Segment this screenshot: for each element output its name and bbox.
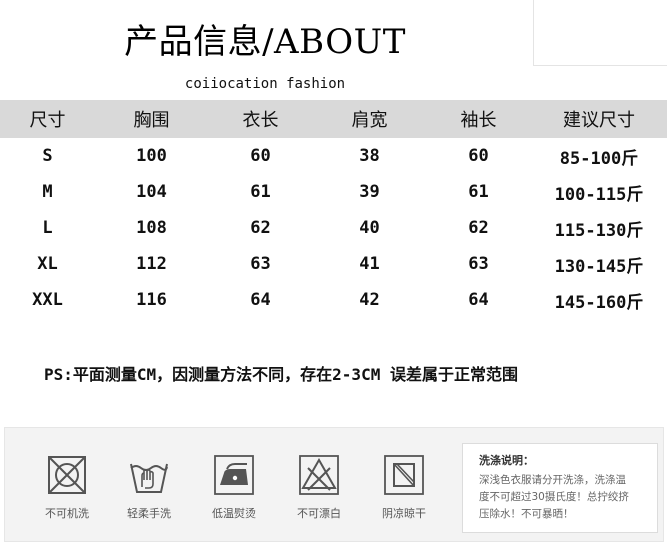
- cell-shoulder: 38: [359, 146, 380, 166]
- table-row: XL 112 63 41 63 130-145斤: [0, 246, 667, 282]
- cell-sleeve: 61: [468, 182, 489, 202]
- header-length: 衣长: [242, 110, 279, 131]
- care-label: 不可漂白: [297, 507, 341, 520]
- shade-dry-icon: [384, 455, 424, 495]
- header-recommended: 建议尺寸: [563, 110, 635, 131]
- cell-chest: 108: [136, 218, 167, 238]
- care-item-shade-dry: 阴凉晾干: [374, 454, 434, 521]
- cell-recommended: 100-115斤: [554, 184, 644, 205]
- header-sleeve: 袖长: [460, 110, 497, 131]
- care-label: 阴凉晾干: [382, 507, 426, 520]
- care-item-hand-wash: 轻柔手洗: [119, 454, 179, 521]
- cell-sleeve: 63: [468, 254, 489, 274]
- wash-title: 洗涤说明：: [479, 454, 534, 467]
- cell-shoulder: 42: [359, 290, 380, 310]
- cell-recommended: 130-145斤: [554, 256, 644, 277]
- cell-length: 63: [250, 254, 271, 274]
- cell-size: M: [42, 182, 53, 202]
- corner-frame: [533, 0, 667, 66]
- care-item-no-machine-wash: 不可机洗: [37, 454, 97, 521]
- cell-shoulder: 40: [359, 218, 380, 238]
- cell-chest: 112: [136, 254, 167, 274]
- no-machine-wash-icon: [48, 456, 86, 494]
- header-chest: 胸围: [133, 110, 170, 131]
- cell-sleeve: 62: [468, 218, 489, 238]
- brand-subtitle: coiiocation fashion: [184, 76, 346, 92]
- cell-length: 61: [250, 182, 271, 202]
- gentle-hand-wash-icon: [130, 463, 168, 493]
- wash-line: 压除水！不可暴晒！: [479, 508, 574, 520]
- table-row: L 108 62 40 62 115-130斤: [0, 210, 667, 246]
- cell-size: S: [42, 146, 53, 166]
- care-item-no-bleach: 不可漂白: [289, 454, 349, 521]
- care-label: 低温熨烫: [212, 507, 256, 520]
- cell-recommended: 85-100斤: [559, 148, 639, 169]
- no-bleach-icon: [299, 455, 339, 495]
- cell-size: XL: [37, 254, 58, 274]
- table-header: 尺寸 胸围 衣长 肩宽 袖长 建议尺寸: [0, 100, 667, 138]
- wash-line: 深浅色衣服请分开洗涤，洗涤温: [479, 474, 626, 486]
- header-size: 尺寸: [29, 110, 66, 131]
- cell-length: 60: [250, 146, 271, 166]
- cell-shoulder: 39: [359, 182, 380, 202]
- table-row: M 104 61 39 61 100-115斤: [0, 174, 667, 210]
- cell-sleeve: 60: [468, 146, 489, 166]
- wash-instructions: 洗涤说明： 深浅色衣服请分开洗涤，洗涤温 度不可超过30摄氏度！总拧绞挤 压除水…: [462, 443, 658, 533]
- wash-line: 度不可超过30摄氏度！总拧绞挤: [479, 491, 629, 503]
- cell-shoulder: 41: [359, 254, 380, 274]
- table-row: XXL 116 64 42 64 145-160斤: [0, 282, 667, 318]
- cell-chest: 116: [136, 290, 167, 310]
- cell-recommended: 115-130斤: [554, 220, 644, 241]
- size-table: 尺寸 胸围 衣长 肩宽 袖长 建议尺寸 S 100 60 38 60 85-10…: [0, 100, 667, 318]
- table-row: S 100 60 38 60 85-100斤: [0, 138, 667, 174]
- measurement-note: PS:平面测量CM，因测量方法不同，存在2-3CM 误差属于正常范围: [44, 365, 518, 384]
- cell-chest: 100: [136, 146, 167, 166]
- cell-chest: 104: [136, 182, 167, 202]
- care-label: 轻柔手洗: [127, 507, 171, 520]
- cell-size: XXL: [32, 290, 63, 310]
- care-item-iron: 低温熨烫: [204, 454, 264, 521]
- cell-length: 64: [250, 290, 271, 310]
- header-shoulder: 肩宽: [351, 110, 388, 131]
- cell-sleeve: 64: [468, 290, 489, 310]
- low-temp-iron-icon: [214, 455, 254, 495]
- care-panel: 不可机洗 轻柔手洗 低温熨烫 不可漂白 阴凉晾干 洗涤说明： 深浅色衣服请分开洗…: [4, 427, 664, 542]
- page-title: 产品信息/ABOUT: [124, 22, 406, 62]
- cell-size: L: [42, 218, 53, 238]
- care-label: 不可机洗: [45, 507, 89, 520]
- cell-length: 62: [250, 218, 271, 238]
- cell-recommended: 145-160斤: [554, 292, 644, 313]
